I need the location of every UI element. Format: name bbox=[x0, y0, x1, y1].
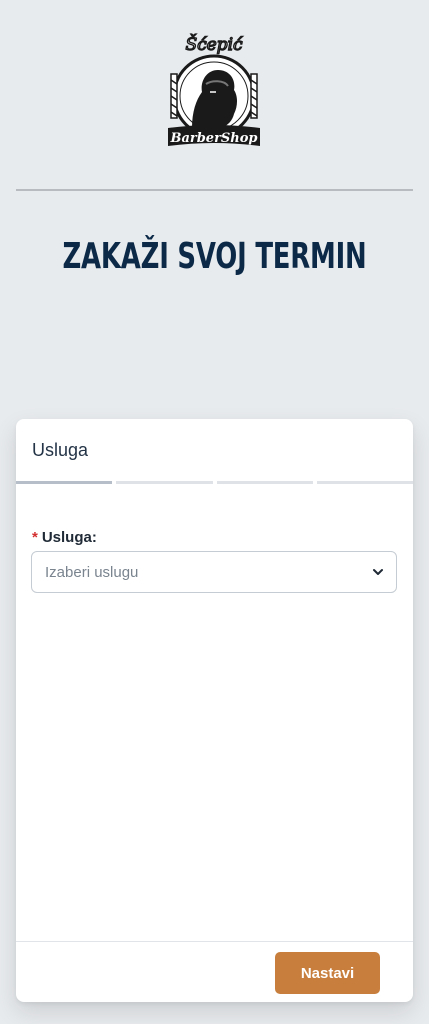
chevron-down-icon bbox=[373, 569, 383, 575]
next-button[interactable]: Nastavi bbox=[275, 952, 380, 994]
service-select-placeholder: Izaberi uslugu bbox=[45, 564, 139, 581]
step-indicator-4 bbox=[316, 481, 413, 484]
required-marker: * bbox=[32, 529, 38, 546]
step-progress bbox=[16, 481, 413, 484]
header-divider bbox=[16, 189, 413, 191]
step-indicator-1 bbox=[16, 481, 113, 484]
footer-divider bbox=[16, 941, 413, 942]
step-title: Usluga bbox=[32, 440, 89, 460]
logo-text-bottom: BarberShop bbox=[169, 131, 257, 146]
page-title: ZAKAŽI SVOJ TERMIN bbox=[62, 236, 367, 277]
service-field-label: * Usluga: bbox=[32, 529, 97, 546]
service-select[interactable]: Izaberi uslugu bbox=[31, 551, 397, 593]
logo-text-top: Šćepić bbox=[185, 34, 243, 55]
step-indicator-2 bbox=[116, 481, 213, 484]
step-indicator-3 bbox=[216, 481, 313, 484]
service-label-text: Usluga: bbox=[41, 529, 97, 546]
booking-card: Usluga * Usluga: Izaberi uslugu Nastavi bbox=[16, 419, 413, 1002]
barber-shop-logo: Šćepić BarberShop bbox=[168, 33, 260, 146]
